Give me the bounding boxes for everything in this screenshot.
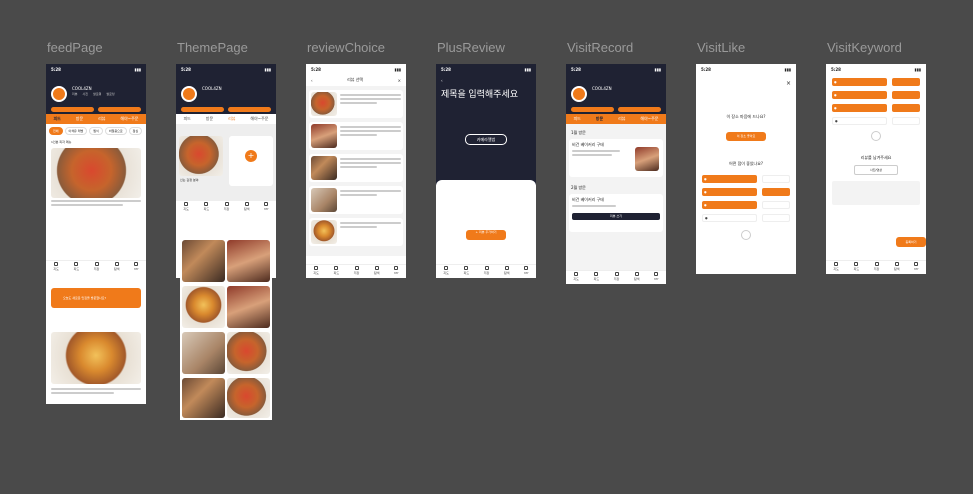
plus-icon: +	[245, 150, 257, 162]
keyword-tag[interactable]: ●	[702, 175, 757, 183]
add-review-button[interactable]: + 리뷰 추가하기	[466, 230, 506, 240]
review-item[interactable]	[309, 122, 403, 150]
nav-my[interactable]: MY	[134, 262, 139, 271]
month-header: 2월 방문	[571, 185, 586, 190]
review-item[interactable]	[309, 154, 403, 182]
camera-upload-button[interactable]: 카메라앨범	[465, 134, 507, 145]
nav-map[interactable]: 저장	[94, 262, 99, 271]
tab-feed[interactable]: 피드	[53, 116, 60, 122]
review-item[interactable]	[309, 90, 403, 118]
status-bar: 5:28 ▮▮▮	[46, 64, 146, 74]
submit-button[interactable]: 등록하기	[896, 237, 926, 247]
feed-image[interactable]	[51, 148, 141, 198]
tab-bar: 피드 방문 리뷰 해야~주문	[46, 114, 146, 124]
chip[interactable]: 점심	[128, 127, 143, 135]
visit-record-screen: 5:28 ▮▮▮ COOL4ZN 피드 방문 리뷰 해야~주문 1월 방문 비건 베이커…	[566, 64, 666, 284]
screen-label: VisitRecord	[567, 40, 634, 55]
theme-grid	[180, 236, 272, 420]
edit-profile-button[interactable]	[51, 107, 94, 112]
avatar	[51, 86, 67, 102]
chip[interactable]: 전체	[49, 127, 63, 135]
close-icon[interactable]: ×	[398, 78, 401, 83]
tab-bar: 피드 방문 리뷰 해야~주문	[566, 114, 666, 124]
theme-card-title: 신는 감정 분야	[180, 178, 199, 182]
month-header: 1월 방문	[571, 130, 586, 135]
tab-review[interactable]: 리뷰	[98, 116, 105, 122]
keyword-tag[interactable]: ●	[702, 214, 757, 222]
tab-order[interactable]: 해야~주문	[120, 116, 138, 122]
feed-banner[interactable]: 오늘도 새로운 맛집을 방문했나요?	[51, 288, 141, 308]
share-button[interactable]	[98, 107, 141, 112]
share-button[interactable]	[228, 107, 271, 112]
grid-image[interactable]	[227, 286, 270, 328]
feed-page-screen: 5:28 ▮▮▮ COOL4ZN 리뷰 사진 팔로워 팔로잉 피드 방문 리뷰 해야~주…	[46, 64, 146, 404]
chevron-down-icon[interactable]	[741, 230, 751, 240]
screen-label: ThemePage	[177, 40, 248, 55]
chip[interactable]: 이색유 레벨	[64, 127, 88, 135]
write-review-button[interactable]: 리뷰 쓰기	[572, 213, 660, 220]
chevron-down-icon[interactable]	[871, 131, 881, 141]
grid-image[interactable]	[227, 332, 270, 374]
screen-label: feedPage	[47, 40, 103, 55]
feed-card-title: 1인분 피자 메뉴	[51, 140, 72, 144]
grid-image[interactable]	[182, 378, 225, 418]
keyword-tag[interactable]: ●	[702, 188, 757, 196]
visit-keyword-screen: 5:28 ▮▮▮ ● ● ● ● 리뷰를 남겨주세요 사진/영상 등록하기 지도 피…	[826, 64, 926, 274]
profile-stats: 리뷰 사진 팔로워 팔로잉	[72, 92, 115, 96]
screen-label: reviewChoice	[307, 40, 386, 55]
feed-image[interactable]	[51, 332, 141, 384]
photo-button[interactable]: 사진/영상	[854, 165, 898, 175]
page-title: 리뷰 선택	[347, 77, 364, 82]
chip[interactable]: 찜식	[89, 127, 103, 135]
grid-image[interactable]	[227, 378, 270, 418]
tab-visit[interactable]: 방문	[76, 116, 83, 122]
back-icon[interactable]: ‹	[311, 78, 313, 83]
title-input[interactable]: 제목을 입력해주세요	[436, 87, 536, 100]
close-icon[interactable]: ×	[786, 80, 791, 87]
review-textarea[interactable]	[832, 181, 920, 205]
review-item[interactable]	[309, 218, 403, 246]
keyword-prompt: 리뷰를 남겨주세요	[860, 155, 892, 160]
review-item[interactable]	[309, 186, 403, 214]
grid-image[interactable]	[182, 286, 225, 328]
nav-feed[interactable]: 피드	[74, 262, 79, 271]
profile-header: COOL4ZN 리뷰 사진 팔로워 팔로잉	[46, 74, 146, 114]
visit-card[interactable]: 비건 베이커리 구테 리뷰 쓰기	[569, 194, 663, 232]
like-button[interactable]: 이 장소 좋아요	[726, 132, 766, 141]
grid-image[interactable]	[227, 240, 270, 282]
grid-image[interactable]	[182, 240, 225, 282]
tab-bar: 피드 방문 리뷰 해야~주문	[176, 114, 276, 124]
chip[interactable]: 비밀용으로	[104, 127, 127, 135]
profile-name: COOL4ZN	[72, 86, 92, 91]
filter-chips: 전체 이색유 레벨 찜식 비밀용으로 점심	[46, 124, 146, 138]
keyword-tag[interactable]: ●	[702, 201, 757, 209]
avatar	[181, 86, 197, 102]
screen-label: VisitLike	[697, 40, 746, 55]
add-theme-card[interactable]: +	[229, 136, 273, 186]
bottom-nav: 지도 피드 저장 탐색 MY	[46, 260, 146, 272]
edit-profile-button[interactable]	[181, 107, 224, 112]
review-choice-screen: 5:28 ▮▮▮ ‹ 리뷰 선택 × 지도 피드 저장 탐색 MY	[306, 64, 406, 278]
plus-review-screen: 5:28 ▮▮▮ ‹ 제목을 입력해주세요 카메라앨범 + 리뷰 추가하기 지도 피…	[436, 64, 536, 278]
avatar	[571, 86, 587, 102]
nav-home[interactable]: 지도	[53, 262, 59, 271]
screen-label: PlusReview	[437, 40, 505, 55]
grid-image[interactable]	[182, 332, 225, 374]
visit-card[interactable]: 비건 베이커리 구테	[569, 139, 663, 177]
bottom-nav: 지도 피드 저장 탐색 MY	[176, 200, 276, 212]
theme-card-image[interactable]	[179, 136, 223, 176]
nav-save[interactable]: 탐색	[114, 262, 120, 271]
like-question: 이 장소 마음에 드나요?	[726, 114, 766, 119]
screen-label: VisitKeyword	[827, 40, 902, 55]
visit-like-screen: 5:28 ▮▮▮ × 이 장소 마음에 드나요? 이 장소 좋아요 어떤 점이 좋…	[696, 64, 796, 274]
back-icon[interactable]: ‹	[436, 74, 536, 87]
